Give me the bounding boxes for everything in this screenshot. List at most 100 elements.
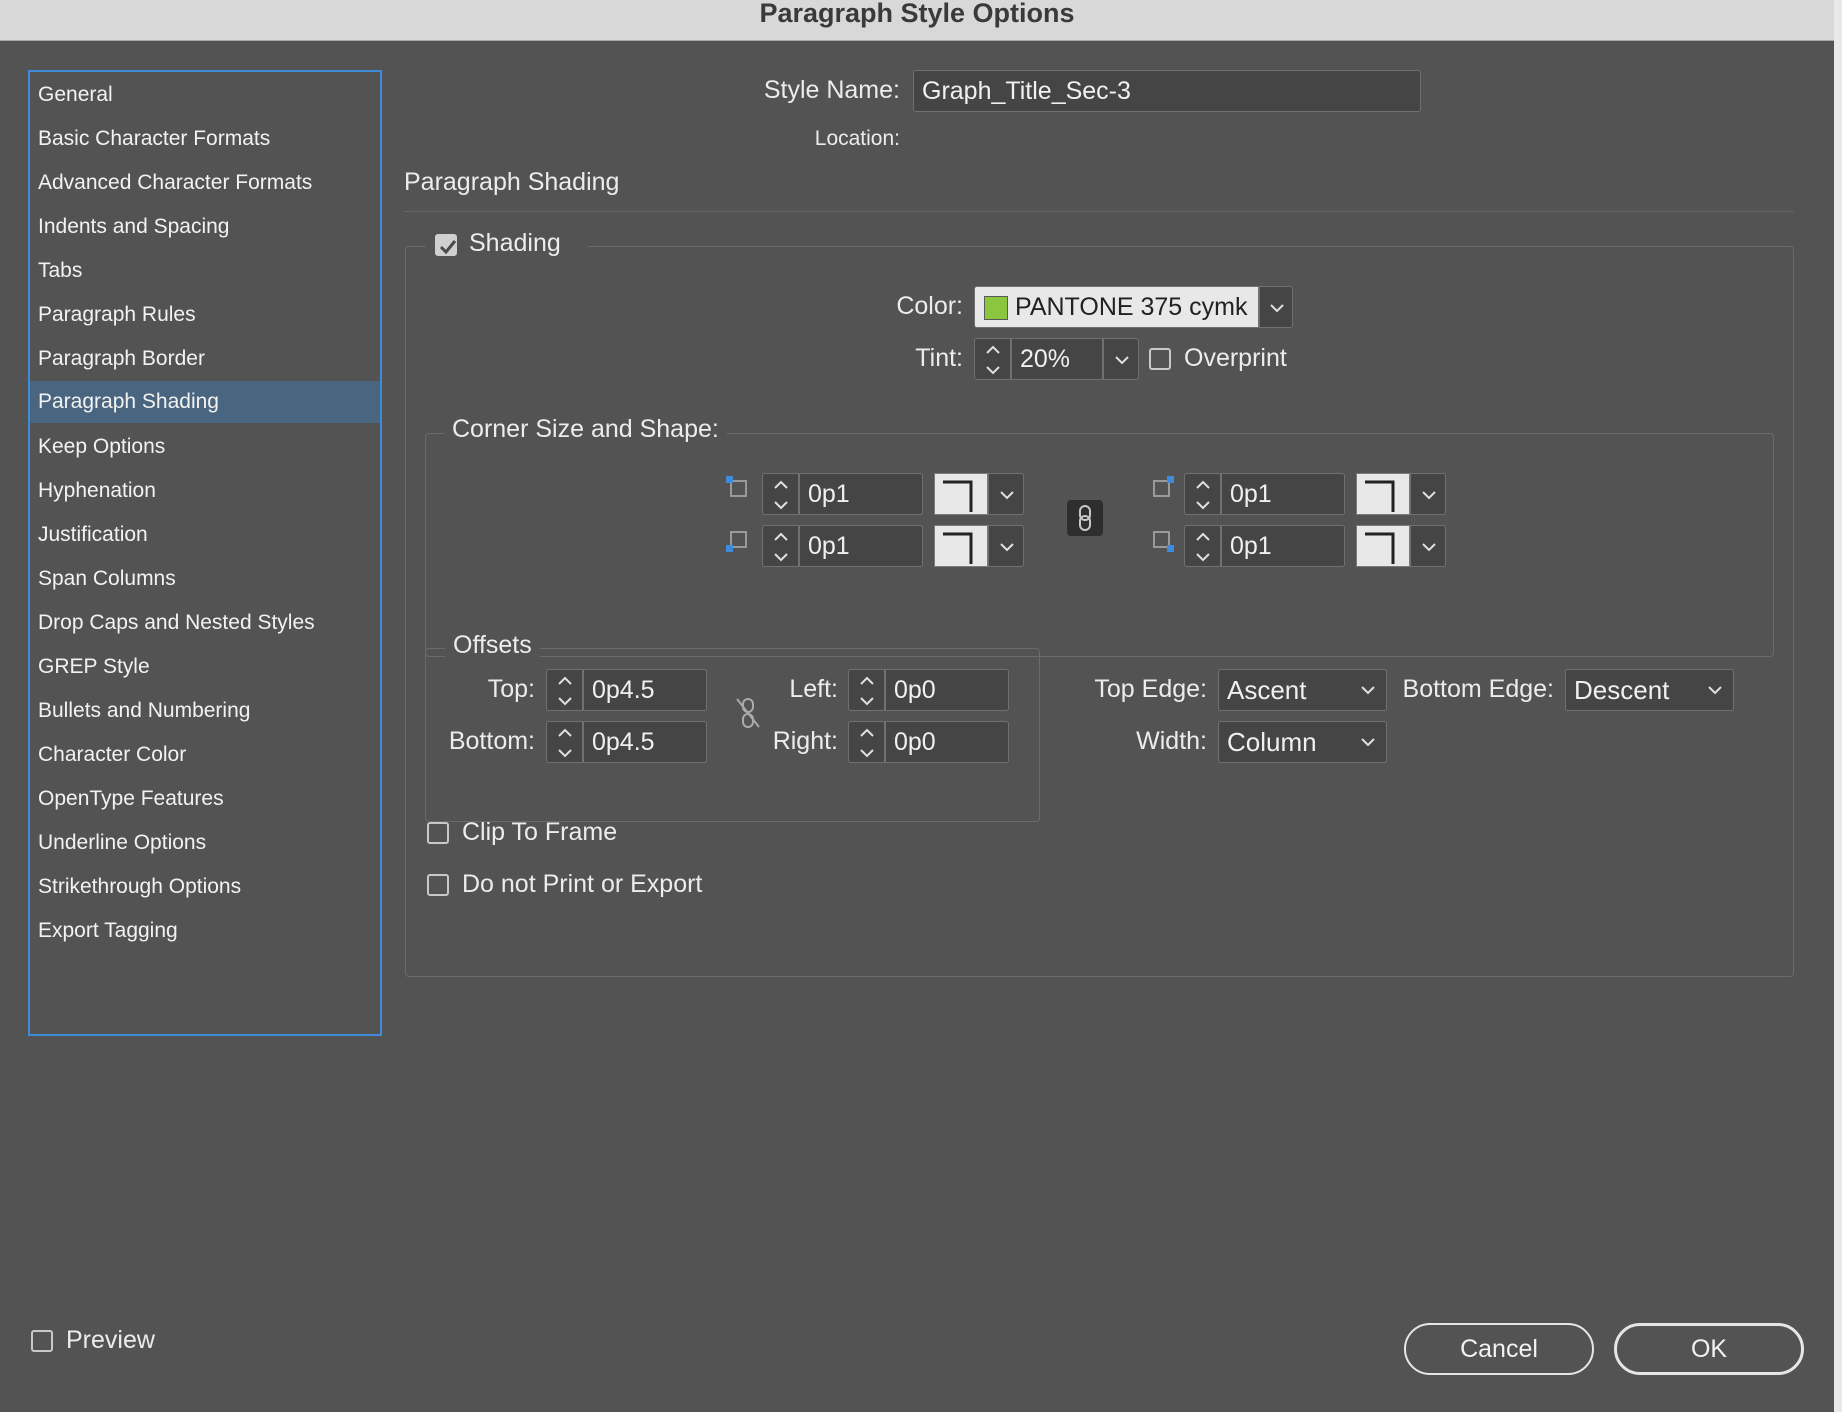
bottom-left-corner-icon	[726, 531, 747, 552]
sidebar-item-export-tagging[interactable]: Export Tagging	[30, 910, 380, 952]
sidebar-item-underline-options[interactable]: Underline Options	[30, 822, 380, 864]
chevron-down-icon	[1708, 686, 1722, 695]
sidebar-item-drop-caps[interactable]: Drop Caps and Nested Styles	[30, 602, 380, 644]
bottom-right-stepper[interactable]	[1184, 525, 1221, 567]
tint-input[interactable]: 20%	[1011, 338, 1103, 380]
stepper-arrows-icon	[774, 480, 788, 510]
stepper-arrows-icon	[558, 728, 572, 758]
style-name-input[interactable]: Graph_Title_Sec-3	[913, 70, 1421, 112]
corner-group	[425, 433, 1774, 657]
shading-label: Shading	[469, 229, 561, 257]
top-edge-label: Top Edge:	[1094, 675, 1207, 703]
color-label: Color:	[896, 292, 963, 320]
corner-shape-icon	[943, 480, 973, 512]
color-dropdown-button[interactable]	[1259, 286, 1293, 328]
tint-dropdown-button[interactable]	[1103, 338, 1139, 380]
stepper-arrows-icon	[860, 728, 874, 758]
top-edge-select[interactable]: Ascent	[1218, 669, 1387, 711]
do-not-print-checkbox[interactable]	[427, 874, 449, 896]
offset-bottom-stepper[interactable]	[546, 721, 583, 763]
chevron-down-icon	[1361, 686, 1375, 695]
preview-checkbox[interactable]	[31, 1330, 53, 1352]
top-right-corner-icon	[1153, 476, 1174, 497]
sidebar-item-character-color[interactable]: Character Color	[30, 734, 380, 776]
bottom-edge-label: Bottom Edge:	[1402, 675, 1554, 703]
top-right-stepper[interactable]	[1184, 473, 1221, 515]
sidebar-item-paragraph-border[interactable]: Paragraph Border	[30, 338, 380, 380]
sidebar-item-justification[interactable]: Justification	[30, 514, 380, 556]
window-edge	[1834, 0, 1842, 1412]
bottom-left-size-input[interactable]: 0p1	[799, 525, 923, 567]
bottom-left-shape-select[interactable]	[934, 525, 988, 567]
ok-button[interactable]: OK	[1614, 1323, 1804, 1375]
corner-shape-icon	[943, 532, 973, 564]
offset-right-stepper[interactable]	[848, 721, 885, 763]
offset-right-label: Right:	[772, 727, 838, 755]
cancel-button[interactable]: Cancel	[1404, 1323, 1594, 1375]
stepper-arrows-icon	[860, 676, 874, 706]
title-bar: Paragraph Style Options	[0, 0, 1834, 41]
shading-checkbox[interactable]	[435, 234, 457, 256]
bottom-left-shape-dropdown[interactable]	[988, 525, 1024, 567]
offset-bottom-input[interactable]: 0p4.5	[583, 721, 707, 763]
top-right-size-input[interactable]: 0p1	[1221, 473, 1345, 515]
overprint-checkbox[interactable]	[1149, 348, 1171, 370]
bottom-left-stepper[interactable]	[762, 525, 799, 567]
bottom-edge-select[interactable]: Descent	[1565, 669, 1734, 711]
top-right-shape-dropdown[interactable]	[1410, 473, 1446, 515]
sidebar-item-tabs[interactable]: Tabs	[30, 250, 380, 292]
width-value: Column	[1227, 727, 1317, 757]
bottom-right-shape-dropdown[interactable]	[1410, 525, 1446, 567]
sidebar-item-indents-and-spacing[interactable]: Indents and Spacing	[30, 206, 380, 248]
link-corners-button[interactable]	[1067, 500, 1103, 536]
stepper-arrows-icon	[986, 345, 1000, 375]
sidebar-item-advanced-character-formats[interactable]: Advanced Character Formats	[30, 162, 380, 204]
offset-top-input[interactable]: 0p4.5	[583, 669, 707, 711]
clip-to-frame-checkbox[interactable]	[427, 822, 449, 844]
chevron-down-icon	[1422, 543, 1436, 552]
sidebar-item-paragraph-shading[interactable]: Paragraph Shading	[30, 381, 380, 423]
top-right-shape-select[interactable]	[1356, 473, 1410, 515]
offset-top-stepper[interactable]	[546, 669, 583, 711]
stepper-arrows-icon	[1196, 532, 1210, 562]
offset-left-input[interactable]: 0p0	[885, 669, 1009, 711]
bottom-right-size-input[interactable]: 0p1	[1221, 525, 1345, 567]
tint-stepper[interactable]	[974, 338, 1011, 380]
style-name-label: Style Name:	[763, 76, 900, 104]
width-select[interactable]: Column	[1218, 721, 1387, 763]
top-left-shape-dropdown[interactable]	[988, 473, 1024, 515]
stepper-arrows-icon	[558, 676, 572, 706]
sidebar-item-basic-character-formats[interactable]: Basic Character Formats	[30, 118, 380, 160]
bottom-right-shape-select[interactable]	[1356, 525, 1410, 567]
location-label: Location:	[814, 127, 900, 150]
sidebar-item-keep-options[interactable]: Keep Options	[30, 426, 380, 468]
sidebar-item-span-columns[interactable]: Span Columns	[30, 558, 380, 600]
color-swatch	[984, 296, 1008, 320]
top-left-size-input[interactable]: 0p1	[799, 473, 923, 515]
top-edge-value: Ascent	[1227, 675, 1307, 705]
top-left-stepper[interactable]	[762, 473, 799, 515]
chevron-down-icon	[1115, 356, 1129, 365]
sidebar-item-bullets-and-numbering[interactable]: Bullets and Numbering	[30, 690, 380, 732]
sidebar-item-paragraph-rules[interactable]: Paragraph Rules	[30, 294, 380, 336]
do-not-print-label: Do not Print or Export	[462, 870, 703, 898]
dialog-body: General Basic Character Formats Advanced…	[0, 41, 1834, 1412]
bottom-right-corner-icon	[1153, 531, 1174, 552]
sidebar-item-grep-style[interactable]: GREP Style	[30, 646, 380, 688]
category-list: General Basic Character Formats Advanced…	[28, 70, 382, 1036]
color-select[interactable]: PANTONE 375 cymk	[974, 286, 1259, 328]
sidebar-item-opentype-features[interactable]: OpenType Features	[30, 778, 380, 820]
offset-right-input[interactable]: 0p0	[885, 721, 1009, 763]
color-value: PANTONE 375 cymk	[1015, 293, 1248, 321]
stepper-arrows-icon	[1196, 480, 1210, 510]
chevron-down-icon	[1361, 738, 1375, 747]
sidebar-item-strikethrough-options[interactable]: Strikethrough Options	[30, 866, 380, 908]
top-left-shape-select[interactable]	[934, 473, 988, 515]
section-title: Paragraph Shading	[404, 168, 620, 196]
offset-left-stepper[interactable]	[848, 669, 885, 711]
sidebar-item-hyphenation[interactable]: Hyphenation	[30, 470, 380, 512]
corner-shape-icon	[1365, 532, 1395, 564]
sidebar-item-general[interactable]: General	[30, 74, 380, 116]
bottom-edge-value: Descent	[1574, 675, 1670, 705]
section-divider	[404, 211, 1794, 212]
